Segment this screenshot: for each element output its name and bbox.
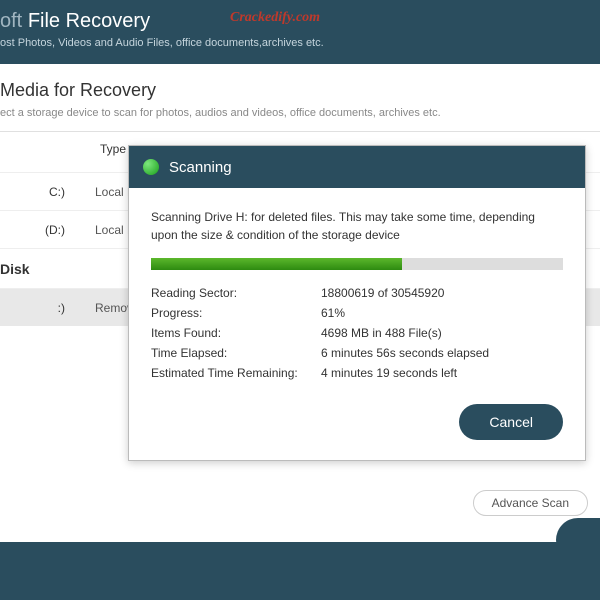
dialog-title: Scanning (169, 159, 232, 176)
dialog-description: Scanning Drive H: for deleted files. Thi… (151, 208, 563, 244)
bottom-bar (0, 542, 600, 600)
stat-row-remaining: Estimated Time Remaining: 4 minutes 19 s… (151, 366, 563, 380)
dialog-header: Scanning (129, 146, 585, 188)
scanning-dialog: Scanning Scanning Drive H: for deleted f… (128, 145, 586, 461)
stat-row-items: Items Found: 4698 MB in 488 File(s) (151, 326, 563, 340)
app-title: File Recovery (28, 10, 150, 32)
stat-row-progress: Progress: 61% (151, 306, 563, 320)
stat-value: 61% (321, 306, 563, 320)
dialog-body: Scanning Drive H: for deleted files. Thi… (129, 188, 585, 404)
stat-row-sector: Reading Sector: 18800619 of 30545920 (151, 286, 563, 300)
column-type-header: Type (100, 142, 126, 156)
stat-label: Items Found: (151, 326, 321, 340)
stat-label: Reading Sector: (151, 286, 321, 300)
stat-label: Progress: (151, 306, 321, 320)
stat-value: 6 minutes 56s seconds elapsed (321, 346, 563, 360)
drive-letter: :) (0, 301, 95, 315)
drive-letter: (D:) (0, 223, 95, 237)
scan-stats: Reading Sector: 18800619 of 30545920 Pro… (151, 286, 563, 380)
stat-value: 18800619 of 30545920 (321, 286, 563, 300)
stat-label: Time Elapsed: (151, 346, 321, 360)
section-subtitle: ect a storage device to scan for photos,… (0, 107, 600, 119)
app-header: oft File Recovery ost Photos, Videos and… (0, 0, 600, 64)
drive-letter: C:) (0, 185, 95, 199)
stat-value: 4 minutes 19 seconds left (321, 366, 563, 380)
dialog-footer: Cancel (129, 404, 585, 460)
advance-scan-button[interactable]: Advance Scan (473, 490, 588, 516)
stat-row-elapsed: Time Elapsed: 6 minutes 56s seconds elap… (151, 346, 563, 360)
cancel-button[interactable]: Cancel (459, 404, 563, 440)
watermark-text: Crackedify.com (230, 10, 320, 26)
section-header: Media for Recovery ect a storage device … (0, 64, 600, 132)
progress-bar (151, 258, 563, 270)
section-title: Media for Recovery (0, 80, 600, 101)
app-subtitle: ost Photos, Videos and Audio Files, offi… (0, 37, 600, 49)
scanning-orb-icon (143, 159, 159, 175)
brand-suffix: oft (0, 10, 22, 32)
progress-fill (151, 258, 402, 270)
stat-value: 4698 MB in 488 File(s) (321, 326, 563, 340)
stat-label: Estimated Time Remaining: (151, 366, 321, 380)
